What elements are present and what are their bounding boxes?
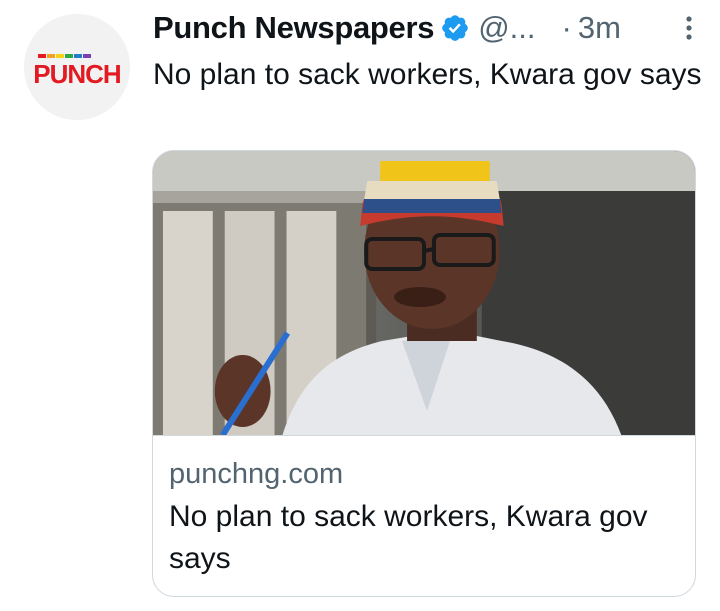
avatar[interactable]: PUNCH [24, 14, 130, 120]
card-title: No plan to sack workers, Kwara gov says [169, 500, 648, 575]
author-handle[interactable]: @... [478, 6, 535, 50]
tweet-text: No plan to sack workers, Kwara gov says [153, 58, 702, 91]
verified-badge-icon [440, 13, 470, 43]
card-image [153, 151, 695, 436]
more-options-icon[interactable] [684, 6, 694, 50]
card-domain: punchng.com [169, 458, 344, 490]
tweet-header: Punch Newspapers @... · 3m [153, 6, 700, 50]
tweet-timestamp[interactable]: 3m [578, 6, 621, 50]
author-name[interactable]: Punch Newspapers [153, 6, 434, 50]
separator-dot: · [561, 10, 572, 45]
punch-logo: PUNCH [24, 14, 130, 120]
svg-text:PUNCH: PUNCH [33, 59, 121, 89]
link-card[interactable]: punchng.com No plan to sack workers, Kwa… [152, 150, 696, 597]
